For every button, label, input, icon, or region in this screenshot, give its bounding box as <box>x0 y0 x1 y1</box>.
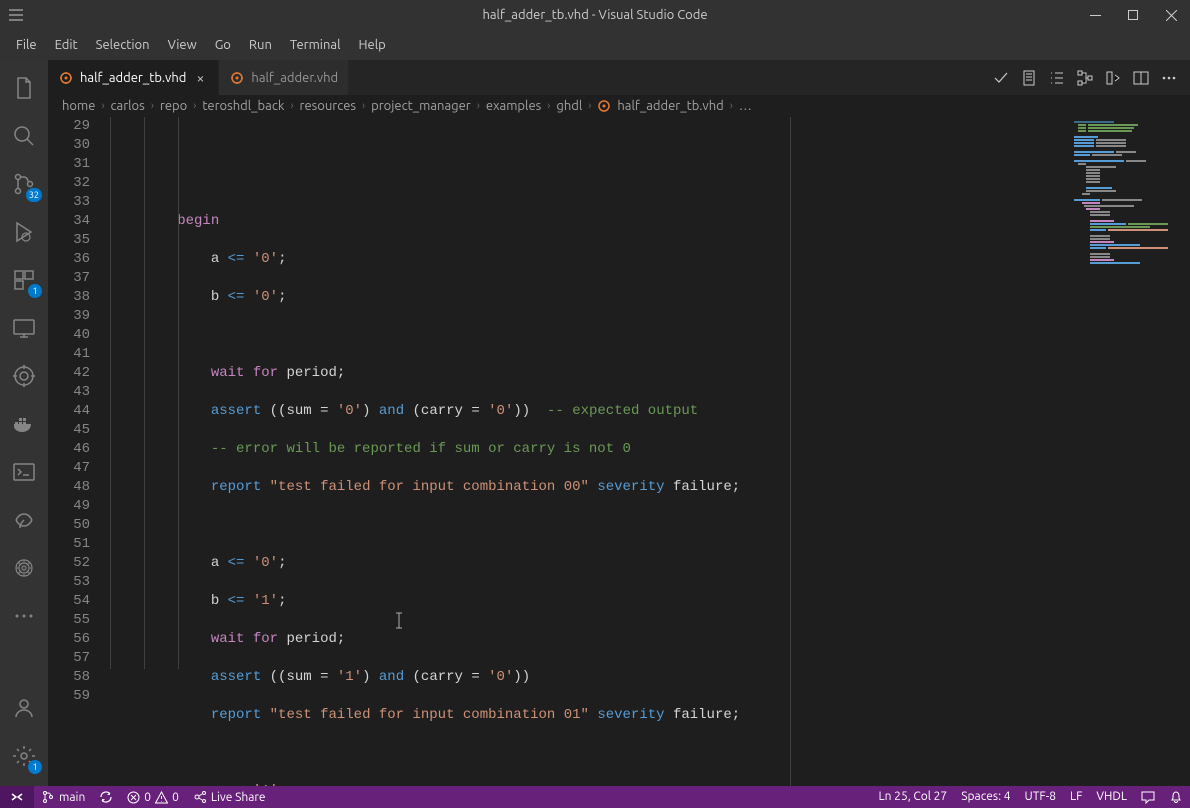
language-mode[interactable]: VHDL <box>1089 790 1134 803</box>
terminal-icon[interactable] <box>0 448 48 496</box>
menubar: File Edit Selection View Go Run Terminal… <box>0 30 1190 60</box>
app-menu-icon[interactable] <box>8 7 24 23</box>
sync-button[interactable] <box>92 786 120 808</box>
more-icon[interactable] <box>0 592 48 640</box>
menu-run[interactable]: Run <box>241 34 280 56</box>
tab-close-icon[interactable]: × <box>192 70 208 86</box>
editor-tabs: half_adder_tb.vhd × half_adder.vhd <box>48 60 990 95</box>
bc-item[interactable]: teroshdl_back <box>202 99 284 113</box>
menu-go[interactable]: Go <box>207 34 239 56</box>
bell-icon[interactable] <box>1162 790 1190 804</box>
settings-icon[interactable]: 1 <box>0 732 48 780</box>
minimap[interactable] <box>1070 117 1190 786</box>
menu-edit[interactable]: Edit <box>47 34 86 56</box>
search-icon[interactable] <box>0 112 48 160</box>
run-debug-icon[interactable] <box>0 208 48 256</box>
encoding[interactable]: UTF-8 <box>1018 790 1063 803</box>
list-icon[interactable] <box>1046 67 1068 89</box>
live-share[interactable]: Live Share <box>186 786 273 808</box>
menu-selection[interactable]: Selection <box>88 34 158 56</box>
titlebar: half_adder_tb.vhd - Visual Studio Code <box>0 0 1190 30</box>
vhdl-file-icon <box>58 70 74 86</box>
tree-icon[interactable] <box>1074 67 1096 89</box>
vhdl-file-icon <box>229 70 245 86</box>
bc-item[interactable]: home <box>62 99 95 113</box>
close-button[interactable] <box>1152 0 1190 30</box>
tab-label: half_adder.vhd <box>251 71 338 85</box>
scm-badge: 32 <box>26 188 42 202</box>
tab-label: half_adder_tb.vhd <box>80 71 186 85</box>
line-gutter: 2930313233343536373839404142434445464748… <box>48 117 110 786</box>
scm-icon[interactable]: 32 <box>0 160 48 208</box>
problems[interactable]: 0 0 <box>120 786 186 808</box>
tab-half-adder[interactable]: half_adder.vhd <box>219 60 349 95</box>
feedback-icon[interactable] <box>1134 790 1162 804</box>
bc-item[interactable]: resources <box>300 99 357 113</box>
bc-item[interactable]: project_manager <box>371 99 471 113</box>
tab-half-adder-tb[interactable]: half_adder_tb.vhd × <box>48 60 219 95</box>
status-bar: main 0 0 Live Share Ln 25, Col 27 Spaces… <box>0 786 1190 808</box>
cursor-position[interactable]: Ln 25, Col 27 <box>871 790 954 803</box>
menu-help[interactable]: Help <box>350 34 393 56</box>
bc-item[interactable]: ghdl <box>556 99 582 113</box>
code-content[interactable]: begin a <= '0'; b <= '0'; wait for perio… <box>110 117 1070 786</box>
maximize-button[interactable] <box>1114 0 1152 30</box>
remote-explorer-icon[interactable] <box>0 304 48 352</box>
bc-item[interactable]: repo <box>160 99 187 113</box>
bc-item[interactable]: … <box>739 99 752 113</box>
bc-item[interactable]: half_adder_tb.vhd <box>617 99 723 113</box>
git-branch[interactable]: main <box>34 786 92 808</box>
text-cursor-icon <box>392 573 406 592</box>
menu-view[interactable]: View <box>160 34 205 56</box>
extensions-badge: 1 <box>28 284 42 298</box>
check-icon[interactable] <box>990 67 1012 89</box>
menu-file[interactable]: File <box>8 34 45 56</box>
flask-icon[interactable] <box>0 544 48 592</box>
settings-badge: 1 <box>28 760 42 774</box>
account-icon[interactable] <box>0 684 48 732</box>
activity-bar: 32 1 <box>0 60 48 786</box>
code-editor[interactable]: 2930313233343536373839404142434445464748… <box>48 117 1190 786</box>
target-icon[interactable] <box>0 352 48 400</box>
share-icon[interactable] <box>0 496 48 544</box>
split-icon[interactable] <box>1130 67 1152 89</box>
minimize-button[interactable] <box>1076 0 1114 30</box>
docker-icon[interactable] <box>0 400 48 448</box>
doc-icon[interactable] <box>1018 67 1040 89</box>
vhdl-file-icon <box>597 99 611 113</box>
breadcrumbs[interactable]: home› carlos› repo› teroshdl_back› resou… <box>48 95 1190 117</box>
window-title: half_adder_tb.vhd - Visual Studio Code <box>482 8 707 22</box>
remote-button[interactable] <box>0 786 34 808</box>
explorer-icon[interactable] <box>0 64 48 112</box>
bc-item[interactable]: carlos <box>111 99 145 113</box>
bc-item[interactable]: examples <box>486 99 541 113</box>
minimap-content <box>1074 121 1186 265</box>
diff-icon[interactable] <box>1102 67 1124 89</box>
menu-terminal[interactable]: Terminal <box>282 34 349 56</box>
eol[interactable]: LF <box>1063 790 1089 803</box>
extensions-icon[interactable]: 1 <box>0 256 48 304</box>
more-actions-icon[interactable] <box>1158 67 1180 89</box>
indentation[interactable]: Spaces: 4 <box>954 790 1017 803</box>
